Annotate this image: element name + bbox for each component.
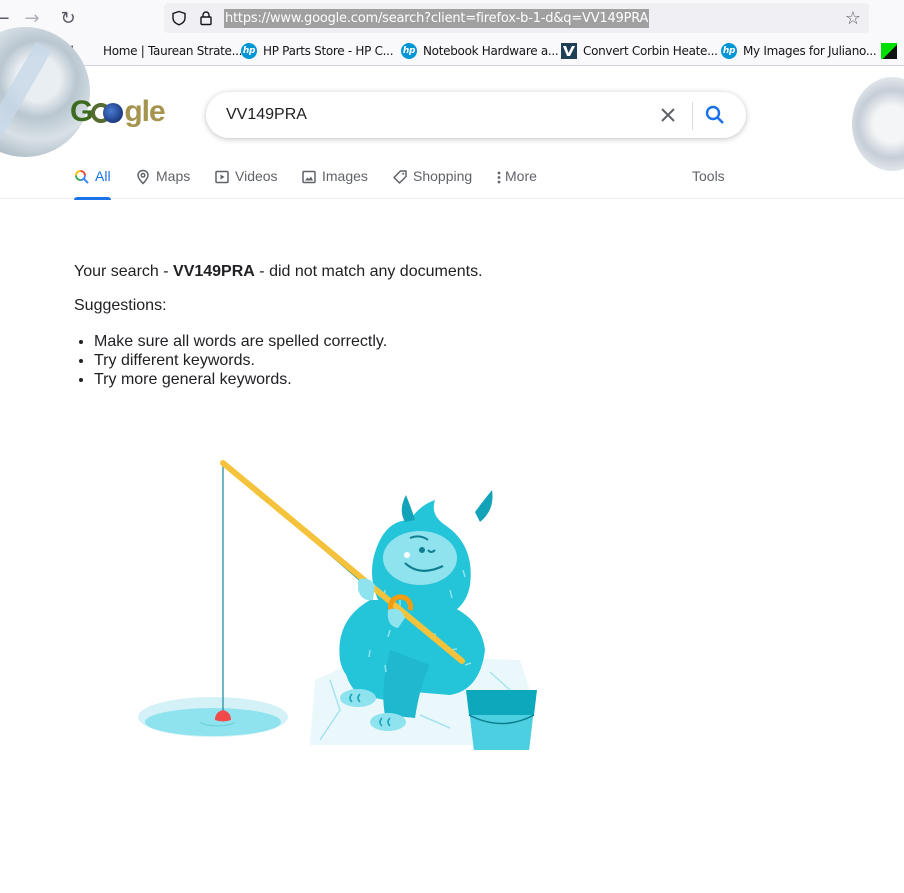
- search-input[interactable]: [226, 103, 626, 127]
- bookmark-notebook-hardware[interactable]: hp Notebook Hardware a...: [401, 43, 559, 59]
- tab-all[interactable]: All: [74, 162, 111, 200]
- suggestions-heading: Suggestions:: [74, 297, 167, 314]
- yeti-horn-left: [401, 495, 415, 522]
- back-button[interactable]: ←: [0, 6, 14, 30]
- logo-letters-gle: gle: [124, 95, 165, 128]
- ice-hole-water: [145, 708, 281, 736]
- google-logo[interactable]: G gle: [70, 95, 166, 129]
- bookmark-label: Home | Taurean Strate...: [103, 44, 243, 58]
- video-icon: [215, 170, 229, 184]
- tools-button[interactable]: Tools: [692, 162, 725, 199]
- bookmark-star-icon[interactable]: ☆: [845, 8, 861, 29]
- tools-label: Tools: [692, 168, 725, 184]
- doodle-decoration-right: [852, 77, 904, 171]
- address-bar[interactable]: https://www.google.com/search?client=fir…: [164, 3, 869, 33]
- tab-label: Images: [322, 168, 368, 184]
- image-icon: [302, 170, 316, 184]
- earth-globe-icon: [91, 99, 125, 125]
- browser-toolbar: ← → ↻ https://www.google.com/search?clie…: [0, 0, 904, 36]
- bookmark-label: HP Parts Store - HP C...: [263, 44, 394, 58]
- tab-shopping[interactable]: Shopping: [392, 162, 472, 199]
- bookmarks-toolbar: Most Visited Home | Taurean Strate... hp…: [0, 36, 904, 66]
- yeti-hand-left: [358, 578, 375, 601]
- bookmark-taurean[interactable]: Home | Taurean Strate...: [103, 43, 242, 59]
- suggestion-item: Try different keywords.: [94, 351, 387, 370]
- bookmark-label: My Images for Juliano...: [743, 44, 877, 58]
- tab-label: All: [95, 168, 111, 184]
- more-vert-icon: [497, 171, 501, 184]
- search-tabs: All Maps Videos Images Shopping More Too…: [0, 162, 904, 200]
- clear-search-button[interactable]: [656, 103, 680, 127]
- logo-letter-g: G: [70, 95, 93, 128]
- map-pin-icon: [137, 169, 149, 185]
- google-page: G gle All Maps Vi: [0, 27, 904, 893]
- tab-maps[interactable]: Maps: [135, 162, 190, 199]
- tab-label: Maps: [156, 168, 191, 184]
- tab-label: More: [505, 168, 537, 184]
- bookmark-overflow[interactable]: [881, 43, 897, 59]
- hp-logo-icon: hp: [401, 43, 417, 59]
- green-site-icon: [881, 43, 897, 59]
- search-button[interactable]: [703, 103, 727, 127]
- lock-icon[interactable]: [197, 9, 215, 27]
- no-results-prefix: Your search -: [74, 263, 174, 280]
- arrow-left-icon: ←: [0, 7, 10, 29]
- yeti-fishing-illustration: [138, 460, 537, 750]
- bookmark-convert-corbin[interactable]: Convert Corbin Heate...: [561, 43, 718, 59]
- bookmark-my-images[interactable]: hp My Images for Juliano...: [721, 43, 877, 59]
- no-results-suffix: - did not match any documents.: [254, 263, 483, 280]
- suggestion-item: Try more general keywords.: [94, 370, 387, 389]
- reload-button[interactable]: ↻: [56, 6, 80, 30]
- search-icon: [705, 105, 724, 124]
- hp-logo-icon: hp: [241, 43, 257, 59]
- yeti-face: [383, 531, 457, 585]
- bookmark-label: Convert Corbin Heate...: [583, 44, 718, 58]
- hp-logo-icon: hp: [721, 43, 737, 59]
- suggestion-item: Make sure all words are spelled correctl…: [94, 332, 387, 351]
- yeti-horn-right: [475, 490, 493, 522]
- url-text[interactable]: https://www.google.com/search?client=fir…: [224, 9, 650, 28]
- close-icon: [661, 108, 675, 122]
- tab-videos[interactable]: Videos: [214, 162, 278, 199]
- yeti-eye-highlight: [404, 552, 410, 558]
- suggestions-list: Make sure all words are spelled correctl…: [94, 332, 387, 389]
- search-divider: [692, 102, 693, 130]
- tab-images[interactable]: Images: [301, 162, 368, 199]
- no-results-message: Your search - VV149PRA - did not match a…: [74, 263, 483, 281]
- tab-label: Videos: [235, 168, 278, 184]
- arrow-right-icon: →: [24, 7, 40, 29]
- search-box: [206, 92, 746, 138]
- tag-icon: [393, 170, 407, 184]
- bookmark-label: Notebook Hardware a...: [423, 44, 559, 58]
- no-results-query: VV149PRA: [173, 263, 255, 280]
- search-icon: [75, 170, 89, 184]
- tab-more[interactable]: More: [496, 162, 537, 199]
- shield-icon[interactable]: [170, 9, 188, 27]
- bookmark-hp-parts[interactable]: hp HP Parts Store - HP C...: [241, 43, 394, 59]
- bucket-top: [466, 690, 537, 715]
- yeti-eye: [419, 547, 425, 553]
- tab-label: Shopping: [413, 168, 473, 184]
- reload-icon: ↻: [60, 7, 76, 29]
- v-logo-icon: [561, 43, 577, 59]
